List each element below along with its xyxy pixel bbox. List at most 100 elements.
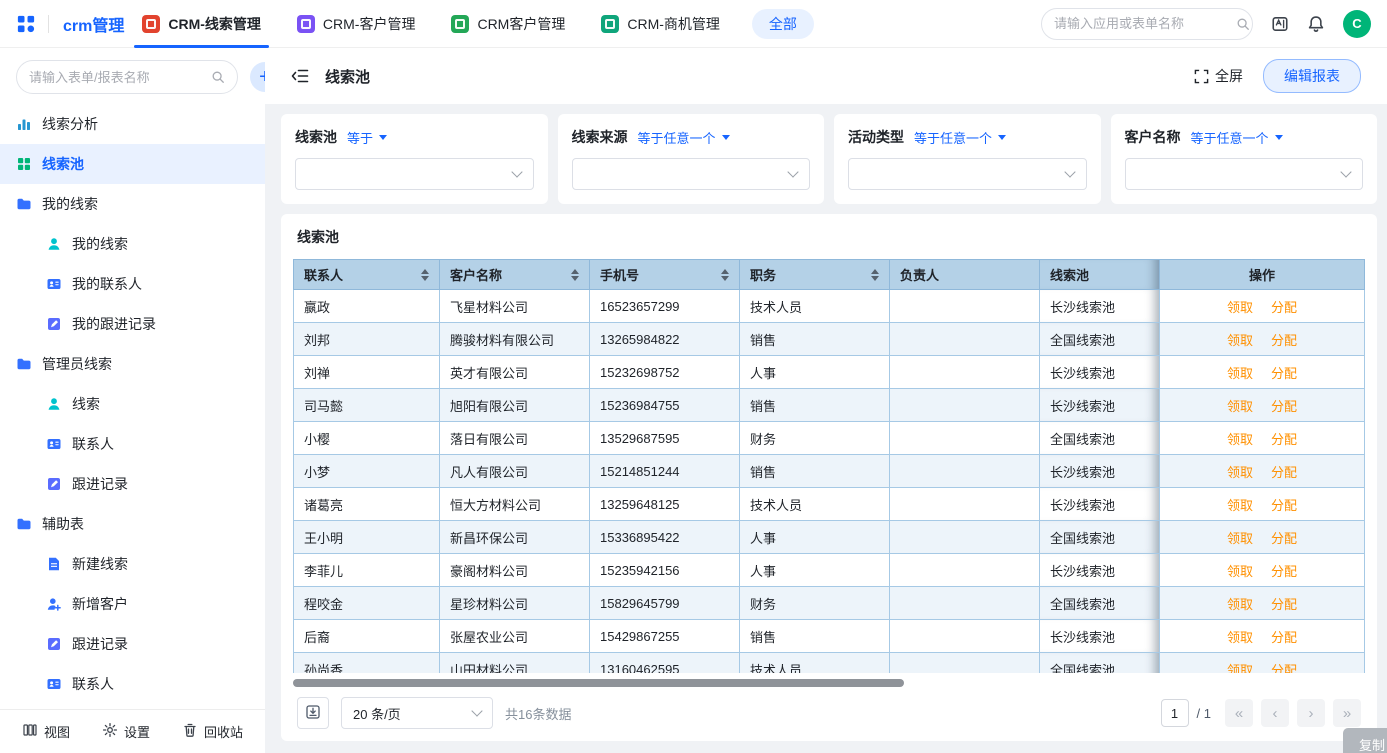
sidebar-item-3[interactable]: 我的线索 [0,224,265,264]
sidebar-item-14[interactable]: 联系人 [0,664,265,704]
action-claim-link[interactable]: 领取 [1227,432,1253,447]
action-assign-link[interactable]: 分配 [1271,531,1297,546]
bell-icon[interactable] [1307,15,1325,33]
sidebar-item-1[interactable]: 线索池 [0,144,265,184]
pagination-next-button[interactable] [1297,699,1325,727]
action-claim-link[interactable]: 领取 [1227,564,1253,579]
sidebar-search[interactable] [16,60,238,94]
user-avatar[interactable]: C [1343,10,1371,38]
action-assign-link[interactable]: 分配 [1271,333,1297,348]
filter-condition[interactable]: 等于任意一个 [914,128,1006,147]
edit-report-button[interactable]: 编辑报表 [1263,59,1361,93]
filter-select[interactable] [572,158,811,190]
sidebar-item-5[interactable]: 我的跟进记录 [0,304,265,344]
table-cell [890,422,1040,455]
sidebar-item-9[interactable]: 跟进记录 [0,464,265,504]
scrollbar-thumb[interactable] [293,679,904,687]
page-size-select[interactable]: 20 条/页 [341,697,493,729]
action-claim-link[interactable]: 领取 [1227,630,1253,645]
action-assign-link[interactable]: 分配 [1271,564,1297,579]
tab-0[interactable]: CRM-线索管理 [124,0,279,48]
col-header-3[interactable]: 职务 [740,260,890,290]
sidebar-item-7[interactable]: 线索 [0,384,265,424]
col-header-2[interactable]: 手机号 [590,260,740,290]
sidebar-item-4[interactable]: 我的联系人 [0,264,265,304]
action-claim-link[interactable]: 领取 [1227,333,1253,348]
action-claim-link[interactable]: 领取 [1227,300,1253,315]
action-assign-link[interactable]: 分配 [1271,432,1297,447]
copy-floating-button[interactable]: 复制 [1343,728,1387,753]
sidebar-item-11[interactable]: 新建线索 [0,544,265,584]
table-cell: 13160462595 [590,653,740,674]
sort-icon[interactable] [721,269,729,281]
action-claim-link[interactable]: 领取 [1227,498,1253,513]
action-assign-link[interactable]: 分配 [1271,465,1297,480]
app-title[interactable]: crm管理 [63,12,124,36]
action-claim-link[interactable]: 领取 [1227,399,1253,414]
sidebar-item-13[interactable]: 跟进记录 [0,624,265,664]
action-claim-link[interactable]: 领取 [1227,663,1253,674]
table-row-6: 诸葛亮恒大方材料公司13259648125技术人员长沙线索池领取分配 [294,488,1365,521]
table-cell: 技术人员 [740,653,890,674]
action-assign-link[interactable]: 分配 [1271,498,1297,513]
current-page-box[interactable]: 1 [1161,699,1189,727]
pagination-last-button[interactable] [1333,699,1361,727]
app-logo[interactable] [16,14,36,34]
collapse-menu-icon[interactable] [291,68,309,84]
footer-label: 视图 [44,722,70,741]
col-header-4: 负责人 [890,260,1040,290]
filter-select[interactable] [848,158,1087,190]
divider [48,15,49,33]
action-claim-link[interactable]: 领取 [1227,366,1253,381]
sidebar-search-input[interactable] [29,70,205,85]
sidebar-item-8[interactable]: 联系人 [0,424,265,464]
sidebar-item-12[interactable]: 新增客户 [0,584,265,624]
pagination-prev-button[interactable] [1261,699,1289,727]
fullscreen-button[interactable]: 全屏 [1194,66,1243,86]
sort-icon[interactable] [871,269,879,281]
col-header-0[interactable]: 联系人 [294,260,440,290]
sort-icon[interactable] [421,269,429,281]
table-cell: 技术人员 [740,290,890,323]
action-assign-link[interactable]: 分配 [1271,630,1297,645]
sidebar-footer-settings[interactable]: 设置 [102,722,150,741]
sort-icon[interactable] [571,269,579,281]
sidebar-footer-recycle-bin[interactable]: 回收站 [182,722,243,741]
col-header-1[interactable]: 客户名称 [440,260,590,290]
action-claim-link[interactable]: 领取 [1227,465,1253,480]
table-cell: 销售 [740,455,890,488]
folder-icon [16,356,32,372]
sidebar-item-6[interactable]: 管理员线索 [0,344,265,384]
all-apps-button[interactable]: 全部 [752,9,814,39]
pagination-first-button[interactable] [1225,699,1253,727]
contact-icon [46,276,62,292]
topbar: crm管理 CRM-线索管理CRM-客户管理CRM客户管理CRM-商机管理 全部… [0,0,1387,48]
filter-condition[interactable]: 等于任意一个 [638,128,730,147]
action-assign-link[interactable]: 分配 [1271,663,1297,674]
table-cell: 销售 [740,323,890,356]
action-claim-link[interactable]: 领取 [1227,597,1253,612]
action-assign-link[interactable]: 分配 [1271,399,1297,414]
sidebar-item-0[interactable]: 线索分析 [0,104,265,144]
global-search-input[interactable] [1054,16,1230,31]
action-assign-link[interactable]: 分配 [1271,300,1297,315]
filter-condition[interactable]: 等于 [347,128,387,147]
filter-condition[interactable]: 等于任意一个 [1191,128,1283,147]
tab-3[interactable]: CRM-商机管理 [583,0,738,48]
action-assign-link[interactable]: 分配 [1271,366,1297,381]
filter-select[interactable] [295,158,534,190]
sidebar-item-10[interactable]: 辅助表 [0,504,265,544]
tab-1[interactable]: CRM-客户管理 [279,0,434,48]
sidebar-footer-views[interactable]: 视图 [22,722,70,741]
global-search[interactable] [1041,8,1253,40]
fullscreen-icon [1194,69,1209,84]
col-header-label: 负责人 [900,265,939,284]
action-assign-link[interactable]: 分配 [1271,597,1297,612]
app-center-icon[interactable] [1271,15,1289,33]
filter-select[interactable] [1125,158,1364,190]
sidebar-item-2[interactable]: 我的线索 [0,184,265,224]
chevron-down-icon [511,166,522,177]
export-button[interactable] [297,697,329,729]
tab-2[interactable]: CRM客户管理 [433,0,583,48]
action-claim-link[interactable]: 领取 [1227,531,1253,546]
